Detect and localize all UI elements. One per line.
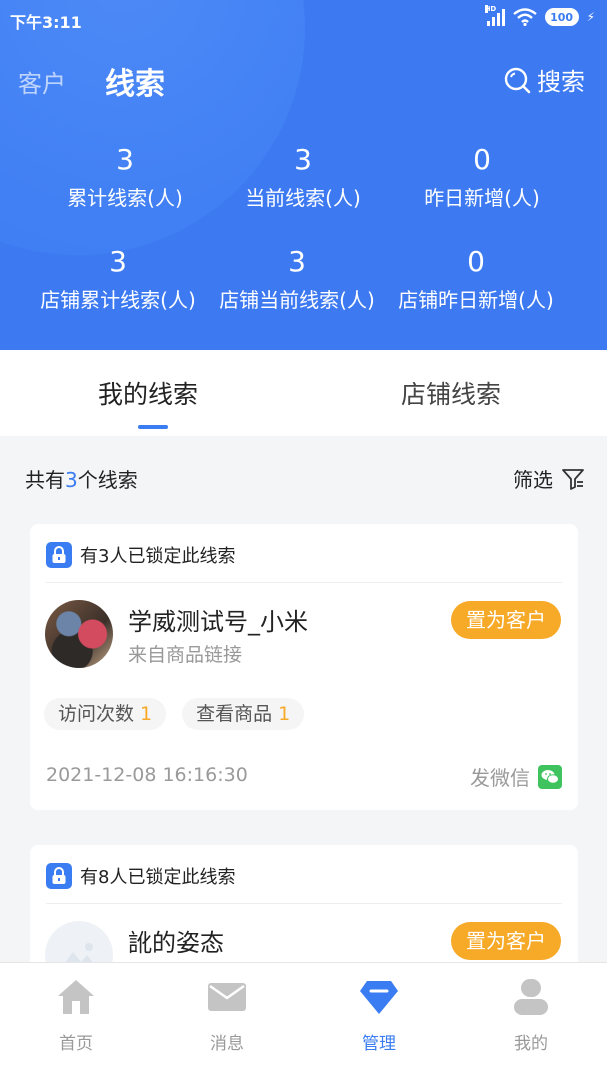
battery-level: 100 xyxy=(550,10,574,24)
wechat-icon xyxy=(538,764,562,789)
stat-value: 0 xyxy=(473,143,491,176)
tab-customer[interactable]: 客户 xyxy=(18,64,66,99)
stat-label: 店铺累计线索(人) xyxy=(40,288,196,312)
tab-my-leads[interactable]: 我的线索 xyxy=(98,375,198,411)
filter-icon xyxy=(562,468,584,490)
lead-name: 訛的姿态 xyxy=(128,929,224,957)
stat-label: 累计线索(人) xyxy=(67,186,183,210)
active-tab-indicator xyxy=(138,425,168,429)
lock-icon xyxy=(46,863,72,889)
signal-icon: HD xyxy=(484,5,505,26)
wifi-icon xyxy=(512,8,537,26)
status-time: 下午3:11 xyxy=(10,13,82,32)
lead-name: 学威测试号_小米 xyxy=(128,608,308,636)
stat-value: 3 xyxy=(294,143,312,176)
lock-text: 有3人已锁定此线索 xyxy=(80,546,236,567)
stat-store-yesterday-new: 0 店铺昨日新增(人) xyxy=(375,242,577,315)
lead-count: 共有3个线索 xyxy=(25,464,138,493)
stat-yesterday-new: 0 昨日新增(人) xyxy=(381,140,583,213)
stat-label: 当前线索(人) xyxy=(245,186,361,210)
stat-value: 3 xyxy=(288,245,306,278)
search-icon xyxy=(504,67,531,93)
views-value: 1 xyxy=(278,703,291,725)
send-wechat-button[interactable]: 发微信 xyxy=(470,762,562,791)
stat-store-total-leads: 3 店铺累计线索(人) xyxy=(17,242,219,315)
stat-value: 3 xyxy=(109,245,127,278)
send-wechat-label: 发微信 xyxy=(470,766,530,790)
lead-source: 来自商品链接 xyxy=(128,644,243,666)
convert-to-customer-button[interactable]: 置为客户 xyxy=(451,601,561,639)
divider xyxy=(46,903,562,904)
stat-value: 3 xyxy=(116,143,134,176)
nav-messages[interactable]: 消息 xyxy=(177,977,277,1054)
tab-leads[interactable]: 线索 xyxy=(105,59,165,103)
lead-timestamp: 2021-12-08 16:16:30 xyxy=(46,764,248,786)
stat-label: 店铺昨日新增(人) xyxy=(398,288,554,312)
search-button[interactable]: 搜索 xyxy=(503,62,585,97)
lead-metrics: 访问次数 1 查看商品 1 xyxy=(44,698,305,730)
lock-text: 有8人已锁定此线索 xyxy=(80,867,236,888)
battery-icon: 100 xyxy=(544,8,579,26)
avatar xyxy=(45,600,113,668)
network-badge: HD xyxy=(484,5,497,13)
charging-icon: ⚡ xyxy=(586,10,595,24)
status-bar: 下午3:11 HD 100 ⚡ xyxy=(0,0,607,38)
count-prefix: 共有 xyxy=(25,468,65,492)
views-label: 查看商品 xyxy=(196,703,273,725)
lock-icon xyxy=(46,542,72,568)
stat-current-leads: 3 当前线索(人) xyxy=(202,140,404,213)
header-decoration xyxy=(0,0,305,255)
nav-manage[interactable]: 管理 xyxy=(329,977,429,1054)
stat-total-leads: 3 累计线索(人) xyxy=(24,140,226,213)
stat-label: 店铺当前线索(人) xyxy=(219,288,375,312)
bottom-nav: 首页 消息 管理 我的 xyxy=(0,962,607,1080)
header: 下午3:11 HD 100 ⚡ 客户 线索 搜索 3 累计线索(人) 3 当前线… xyxy=(0,0,607,350)
user-icon xyxy=(514,979,548,1015)
mail-icon xyxy=(208,983,246,1011)
status-icons: HD 100 ⚡ xyxy=(484,5,595,26)
diamond-icon xyxy=(360,981,398,1014)
nav-label: 我的 xyxy=(514,1034,548,1054)
search-label: 搜索 xyxy=(537,68,585,96)
lead-count-bar: 共有3个线索 筛选 xyxy=(0,456,607,498)
lock-info: 有8人已锁定此线索 xyxy=(46,861,235,891)
count-suffix: 个线索 xyxy=(77,468,138,492)
count-value: 3 xyxy=(65,468,78,492)
nav-label: 消息 xyxy=(210,1034,244,1054)
divider xyxy=(46,582,562,583)
visits-value: 1 xyxy=(140,703,153,725)
nav-label: 首页 xyxy=(59,1034,93,1054)
convert-to-customer-button[interactable]: 置为客户 xyxy=(451,922,561,960)
nav-profile[interactable]: 我的 xyxy=(481,977,581,1054)
home-icon xyxy=(58,980,94,1014)
stat-value: 0 xyxy=(467,245,485,278)
stat-label: 昨日新增(人) xyxy=(424,186,540,210)
nav-home[interactable]: 首页 xyxy=(26,977,126,1054)
top-nav: 客户 线索 搜索 xyxy=(0,56,607,102)
nav-label: 管理 xyxy=(362,1034,396,1054)
lead-tabs: 我的线索 店铺线索 xyxy=(0,350,607,436)
filter-label: 筛选 xyxy=(513,468,553,492)
lead-card[interactable]: 有3人已锁定此线索 学威测试号_小米 来自商品链接 置为客户 访问次数 1 查看商… xyxy=(30,524,578,810)
stat-store-current-leads: 3 店铺当前线索(人) xyxy=(196,242,398,315)
product-views-chip: 查看商品 1 xyxy=(182,698,305,730)
filter-button[interactable]: 筛选 xyxy=(513,464,585,493)
lock-info: 有3人已锁定此线索 xyxy=(46,540,235,570)
tab-store-leads[interactable]: 店铺线索 xyxy=(401,375,501,411)
visits-chip: 访问次数 1 xyxy=(44,698,167,730)
visits-label: 访问次数 xyxy=(58,703,135,725)
